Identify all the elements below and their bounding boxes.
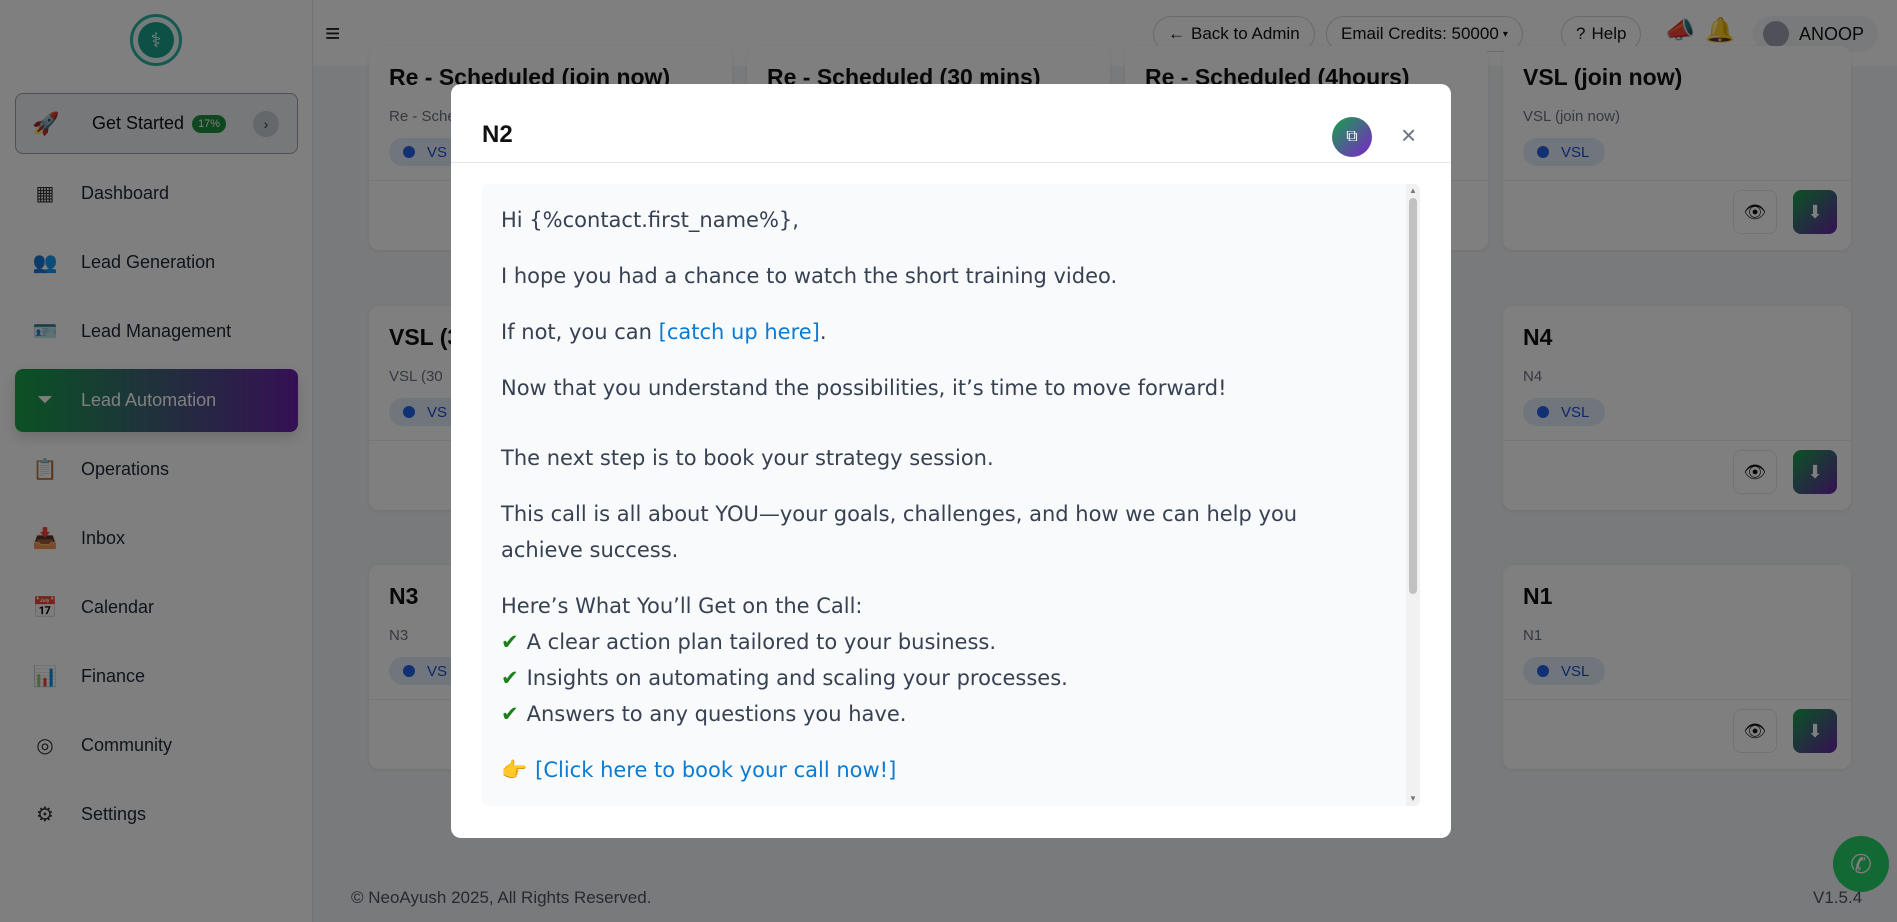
list-item: ✔ Insights on automating and scaling your… — [501, 660, 1373, 696]
email-content: Hi {%contact.first_name%}, I hope you ha… — [482, 184, 1392, 806]
catch-up-link[interactable]: [catch up here] — [659, 320, 820, 344]
close-icon[interactable]: × — [1401, 122, 1416, 148]
template-preview-modal: N2 ⧉ × Hi {%contact.first_name%}, I hope… — [451, 84, 1451, 838]
email-paragraph: Now that you understand the possibilitie… — [501, 376, 1227, 400]
email-text: . — [819, 320, 827, 344]
check-mark-icon: ✔ — [501, 666, 519, 690]
modal-header: N2 ⧉ × — [451, 84, 1451, 163]
email-preview[interactable]: Hi {%contact.first_name%}, I hope you ha… — [482, 184, 1420, 806]
modal-title: N2 — [482, 121, 513, 148]
copy-icon: ⧉ — [1346, 128, 1358, 145]
list-heading: Here’s What You’ll Get on the Call: — [501, 594, 863, 618]
email-greeting: Hi {%contact.first_name%}, — [501, 208, 799, 232]
email-list-block: Here’s What You’ll Get on the Call: ✔ A c… — [501, 588, 1373, 732]
book-call-link[interactable]: [Click here to book your call now!] — [535, 758, 896, 782]
email-paragraph: I hope you had a chance to watch the sho… — [501, 264, 1118, 288]
scroll-up-icon[interactable]: ▲ — [1406, 184, 1420, 198]
list-item-text: Answers to any questions you have. — [526, 702, 907, 726]
email-paragraph: If not, you can [catch up here]. — [501, 314, 1373, 350]
scroll-down-icon[interactable]: ▼ — [1406, 792, 1420, 806]
copy-template-button[interactable]: ⧉ — [1332, 117, 1372, 157]
email-paragraph: This call is all about YOU—your goals, c… — [501, 502, 1298, 562]
check-mark-icon: ✔ — [501, 630, 519, 654]
check-mark-icon: ✔ — [501, 702, 519, 726]
list-item-text: A clear action plan tailored to your bus… — [526, 630, 997, 654]
list-item: ✔ A clear action plan tailored to your bu… — [501, 624, 1373, 660]
pointing-hand-icon: 👉 — [501, 758, 528, 782]
scrollbar-thumb[interactable] — [1409, 198, 1417, 594]
scrollbar[interactable]: ▲ ▼ — [1406, 184, 1420, 806]
email-paragraph: The next step is to book your strategy s… — [501, 446, 994, 470]
email-cta: 👉 [Click here to book your call now!] — [501, 752, 1373, 788]
list-item: ✔ Answers to any questions you have. — [501, 696, 1373, 732]
list-item-text: Insights on automating and scaling your … — [526, 666, 1068, 690]
email-text: If not, you can — [501, 320, 659, 344]
